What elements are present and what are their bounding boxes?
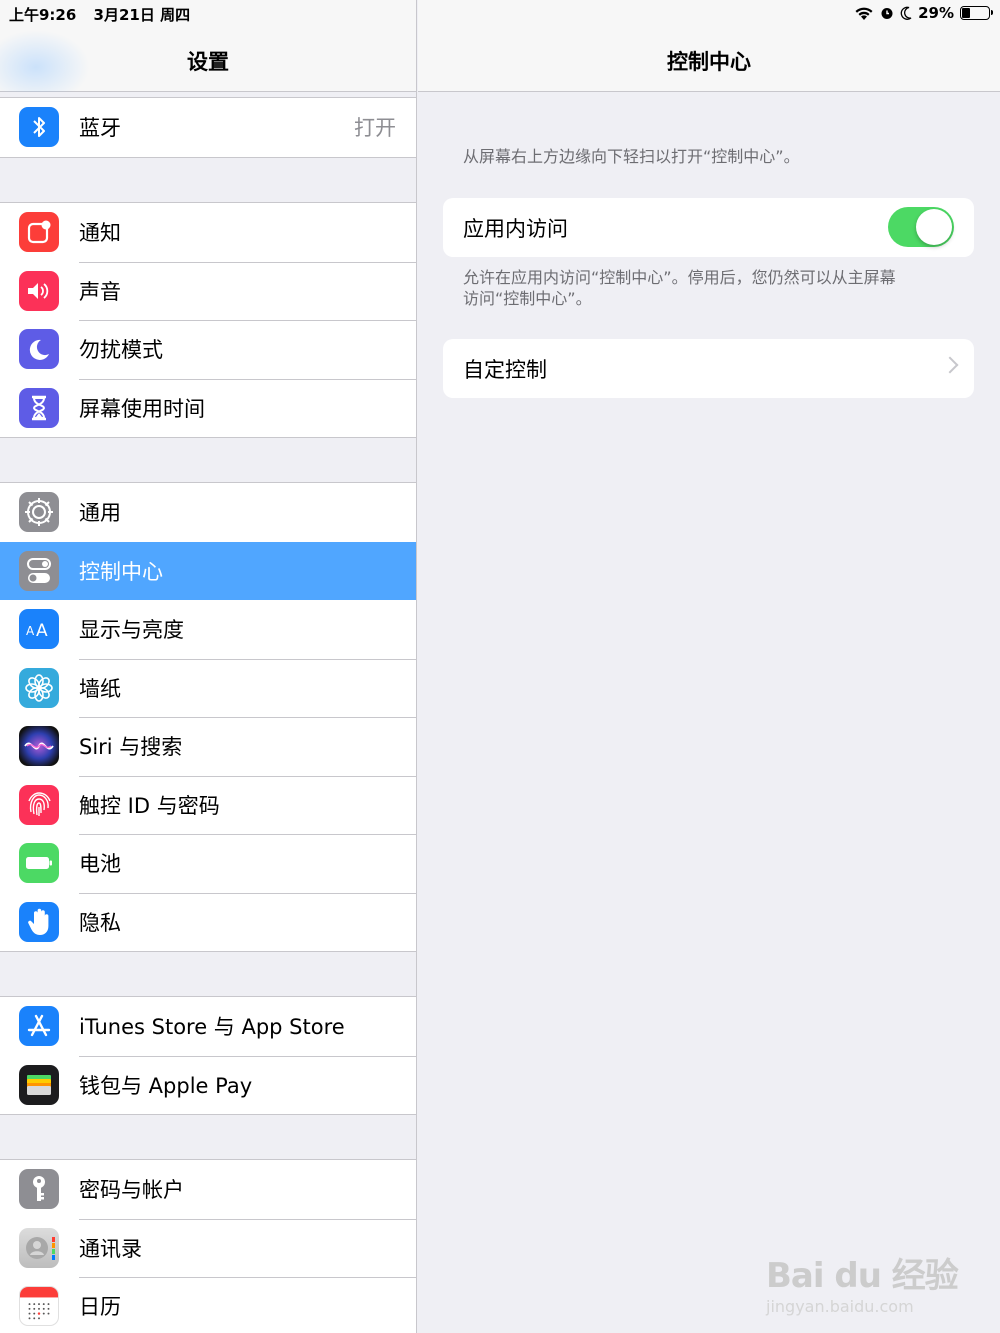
alarm-icon — [881, 8, 893, 19]
settings-sidebar: 设置 蓝牙 打开 通知 声音 勿扰模式 屏幕使用时间 通用 控制中心 A A 显… — [0, 0, 417, 1333]
sidebar-item-label: 墙纸 — [79, 676, 121, 701]
wallpaper-flower-icon — [19, 667, 59, 708]
sidebar-item-label: Siri 与搜索 — [79, 735, 183, 760]
sidebar-item-label: 钱包与 Apple Pay — [79, 1073, 253, 1098]
sidebar-item-bluetooth[interactable]: 蓝牙 打开 — [0, 98, 416, 157]
sidebar-item-battery[interactable]: 电池 — [0, 834, 416, 893]
customize-controls-row[interactable]: 自定控制 — [443, 339, 974, 398]
sidebar-item-label: 声音 — [79, 279, 121, 304]
moon-icon — [19, 329, 59, 370]
sidebar-item-label: 控制中心 — [79, 559, 163, 584]
toggle-knob — [916, 209, 952, 245]
sidebar-item-itunes-app-store[interactable]: iTunes Store 与 App Store — [0, 997, 416, 1056]
settings-group-notifications: 通知 声音 勿扰模式 屏幕使用时间 — [0, 202, 416, 438]
moon-status-icon — [900, 6, 912, 20]
app-access-note-line2: 访问“控制中心”。 — [463, 289, 592, 308]
siri-icon — [19, 726, 59, 767]
sidebar-item-display-brightness[interactable]: AA 显示与亮度 — [0, 600, 416, 659]
fingerprint-icon — [19, 784, 59, 825]
customize-controls-label: 自定控制 — [463, 357, 547, 382]
app-store-icon — [19, 1006, 59, 1047]
sidebar-item-label: 勿扰模式 — [79, 338, 163, 363]
sidebar-item-label: 密码与帐户 — [79, 1178, 184, 1203]
sidebar-item-notifications[interactable]: 通知 — [0, 203, 416, 262]
settings-group-connectivity: 蓝牙 打开 — [0, 97, 416, 158]
sidebar-item-general[interactable]: 通用 — [0, 483, 416, 542]
sidebar-item-label: 触控 ID 与密码 — [79, 793, 220, 818]
sidebar-item-label: 蓝牙 — [79, 116, 121, 141]
wallet-icon — [19, 1064, 59, 1105]
sidebar-item-label: 隐私 — [79, 910, 121, 935]
wifi-icon — [855, 7, 873, 20]
battery-fill — [962, 8, 970, 18]
settings-group-accounts: 密码与帐户 通讯录 日历 — [0, 1159, 416, 1333]
status-time: 上午9:26 — [9, 6, 77, 24]
status-left: 上午9:26 3月21日 周四 — [9, 4, 190, 25]
display-icon: AA — [19, 609, 59, 650]
sidebar-item-label: 电池 — [79, 852, 121, 877]
hand-icon — [19, 901, 59, 942]
sidebar-item-sounds[interactable]: 声音 — [0, 261, 416, 321]
sidebar-item-value: 打开 — [354, 116, 396, 141]
toggles-icon — [19, 550, 59, 591]
sidebar-item-siri-search[interactable]: Siri 与搜索 — [0, 717, 416, 776]
notifications-icon — [19, 212, 59, 253]
baidu-watermark: Bai du 经验 jingyan.baidu.com — [766, 1248, 959, 1316]
watermark-sub: jingyan.baidu.com — [766, 1297, 914, 1316]
svg-text:A: A — [36, 621, 48, 640]
sidebar-item-label: 屏幕使用时间 — [79, 396, 205, 421]
sidebar-item-do-not-disturb[interactable]: 勿扰模式 — [0, 320, 416, 379]
control-center-detail: 控制中心 从屏幕右上方边缘向下轻扫以打开“控制中心”。 应用内访问 允许在应用内… — [418, 0, 1000, 1333]
sidebar-title: 设置 — [187, 50, 229, 74]
sidebar-item-label: 通讯录 — [79, 1236, 142, 1261]
sidebar-item-calendar[interactable]: 日历 — [0, 1277, 416, 1333]
status-right: 29% — [854, 4, 993, 22]
battery-percent: 29% — [918, 4, 954, 22]
svg-text:A: A — [26, 624, 35, 638]
sound-icon — [19, 270, 59, 311]
sidebar-item-label: 通知 — [79, 221, 121, 246]
hourglass-icon — [19, 387, 59, 428]
sidebar-item-label: 日历 — [79, 1295, 121, 1320]
gear-icon — [19, 492, 59, 533]
calendar-icon — [19, 1286, 59, 1327]
app-access-note: 允许在应用内访问“控制中心”。停用后，您仍然可以从主屏幕 访问“控制中心”。 — [463, 267, 896, 309]
key-icon — [19, 1169, 59, 1210]
contacts-icon — [19, 1227, 59, 1268]
detail-title: 控制中心 — [667, 50, 751, 74]
app-access-note-line1: 允许在应用内访问“控制中心”。停用后，您仍然可以从主屏幕 — [463, 268, 896, 287]
sidebar-item-wallpaper[interactable]: 墙纸 — [0, 658, 416, 718]
sidebar-item-touch-id-passcode[interactable]: 触控 ID 与密码 — [0, 775, 416, 835]
settings-group-general: 通用 控制中心 AA 显示与亮度 墙纸 Siri 与搜索 触控 ID 与密码 电… — [0, 482, 416, 952]
sidebar-item-privacy[interactable]: 隐私 — [0, 892, 416, 952]
status-date: 3月21日 周四 — [93, 6, 191, 24]
app-access-toggle[interactable] — [888, 207, 954, 247]
sidebar-item-label: 显示与亮度 — [79, 618, 184, 643]
app-access-label: 应用内访问 — [463, 216, 568, 241]
watermark-main: Bai du 经验 — [766, 1256, 959, 1296]
swipe-instruction-note: 从屏幕右上方边缘向下轻扫以打开“控制中心”。 — [463, 147, 800, 166]
battery-icon — [19, 843, 59, 884]
bluetooth-icon — [19, 107, 59, 148]
sidebar-item-wallet-apple-pay[interactable]: 钱包与 Apple Pay — [0, 1055, 416, 1115]
status-bar: 上午9:26 3月21日 周四 29% — [0, 0, 1000, 26]
settings-group-store: iTunes Store 与 App Store 钱包与 Apple Pay — [0, 996, 416, 1115]
sidebar-item-screen-time[interactable]: 屏幕使用时间 — [0, 378, 416, 438]
sidebar-item-label: iTunes Store 与 App Store — [79, 1015, 345, 1040]
sidebar-item-control-center[interactable]: 控制中心 — [0, 541, 416, 600]
sidebar-item-contacts[interactable]: 通讯录 — [0, 1218, 416, 1278]
chevron-right-icon — [941, 356, 959, 374]
battery-indicator — [960, 6, 993, 20]
sidebar-item-label: 通用 — [79, 501, 121, 526]
app-access-row[interactable]: 应用内访问 — [443, 198, 974, 257]
sidebar-item-passwords-accounts[interactable]: 密码与帐户 — [0, 1160, 416, 1219]
